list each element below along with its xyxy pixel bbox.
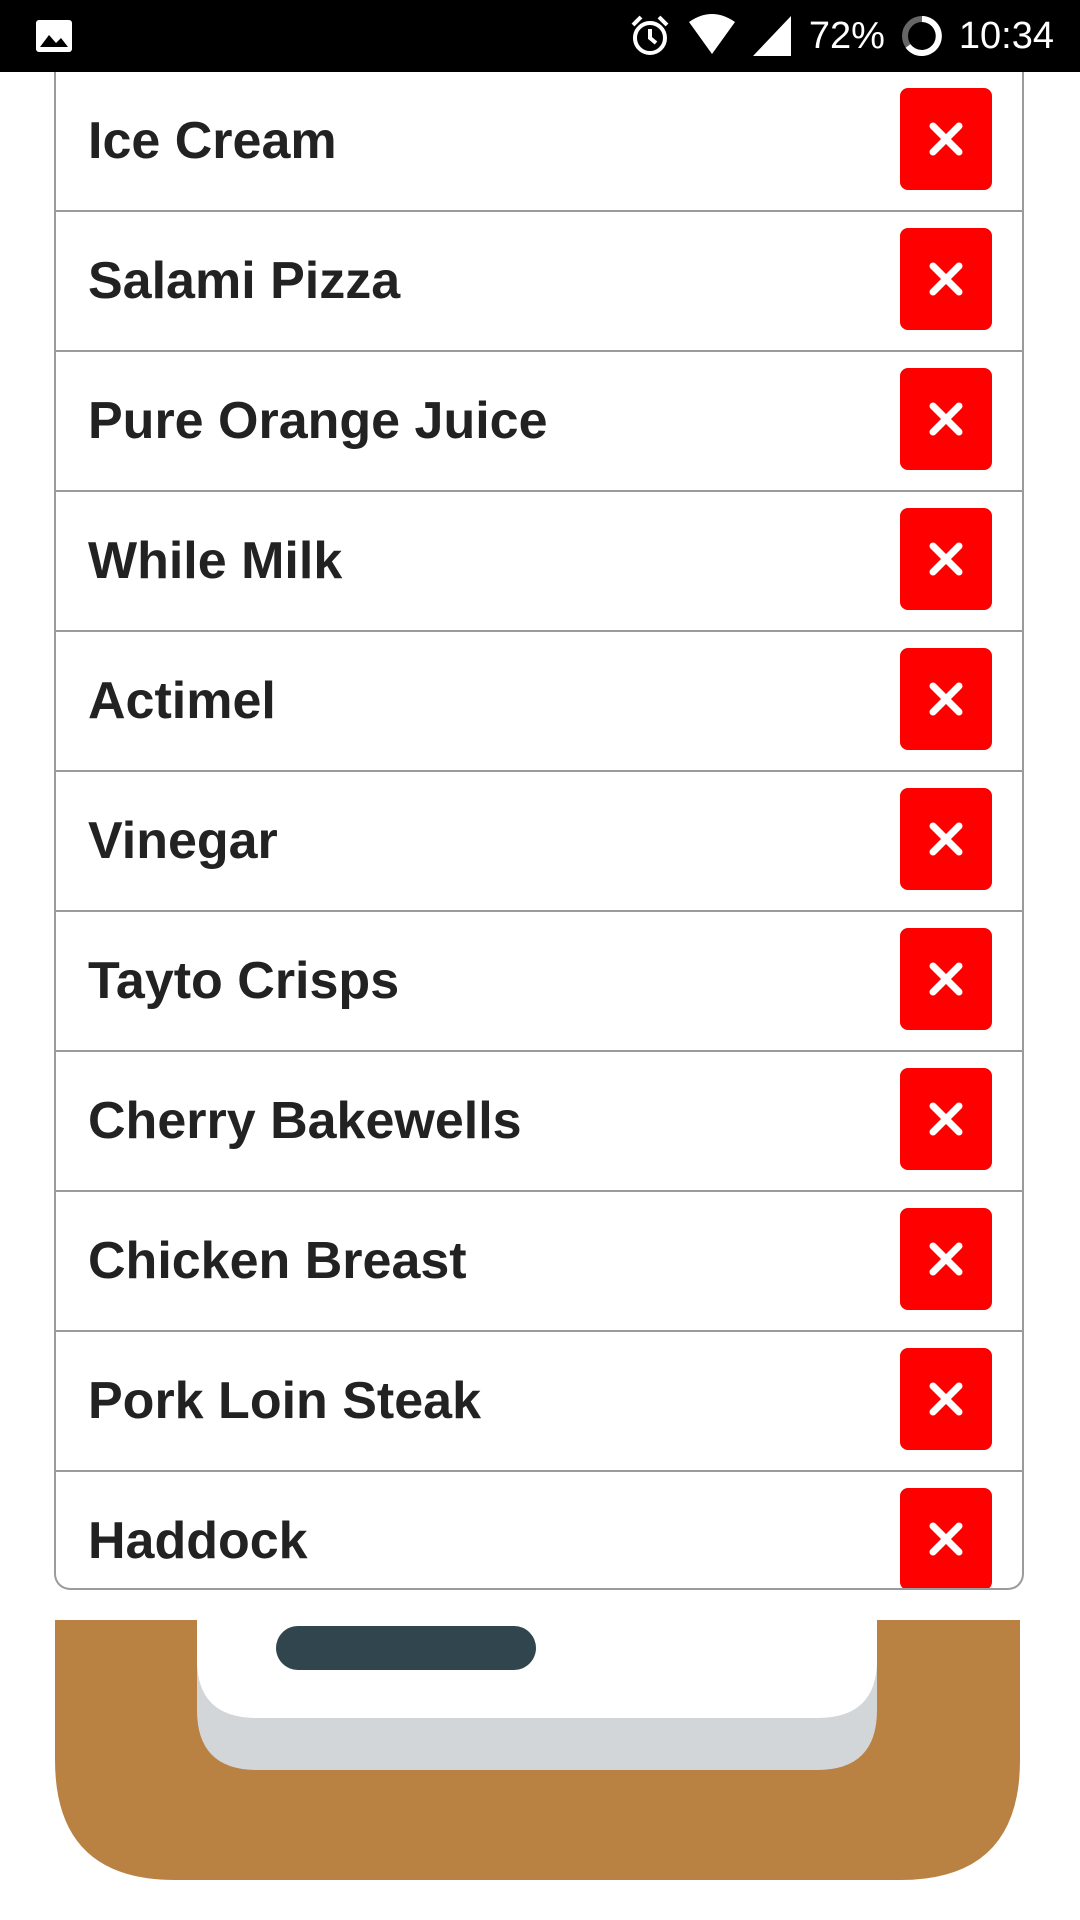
close-icon [929, 822, 963, 856]
clipboard-clip [276, 1626, 536, 1670]
item-label: Cherry Bakewells [88, 1092, 522, 1150]
clipboard-illustration [55, 1620, 1020, 1880]
delete-button[interactable] [900, 1488, 992, 1588]
close-icon [929, 542, 963, 576]
close-icon [929, 262, 963, 296]
list-item: Pork Loin Steak [56, 1332, 1022, 1472]
delete-button[interactable] [900, 368, 992, 470]
list-item: Actimel [56, 632, 1022, 772]
image-icon [36, 20, 72, 52]
status-icons: 72% 10:34 [627, 0, 1054, 72]
list-item: Tayto Crisps [56, 912, 1022, 1052]
close-icon [929, 962, 963, 996]
list-item: Pure Orange Juice [56, 352, 1022, 492]
cell-signal-icon [752, 16, 791, 56]
delete-button[interactable] [900, 928, 992, 1030]
item-label: Vinegar [88, 812, 278, 870]
close-icon [929, 1522, 963, 1556]
list-item: Vinegar [56, 772, 1022, 912]
close-icon [929, 122, 963, 156]
item-label: Chicken Breast [88, 1232, 467, 1290]
delete-button[interactable] [900, 1068, 992, 1170]
battery-percent: 72% [808, 15, 885, 57]
delete-button[interactable] [900, 88, 992, 190]
status-bar: 72% 10:34 [0, 0, 1080, 72]
alarm-icon [631, 15, 669, 55]
close-icon [929, 1242, 963, 1276]
item-label: Pure Orange Juice [88, 392, 548, 450]
clock: 10:34 [958, 15, 1054, 57]
delete-button[interactable] [900, 1348, 992, 1450]
close-icon [929, 402, 963, 436]
list-item: Ice Cream [56, 72, 1022, 212]
list-item: Chicken Breast [56, 1192, 1022, 1332]
close-icon [929, 1382, 963, 1416]
list-item: Haddock [56, 1472, 1022, 1588]
item-label: Haddock [88, 1512, 308, 1570]
item-label: While Milk [88, 532, 343, 590]
delete-button[interactable] [900, 788, 992, 890]
list-item: Cherry Bakewells [56, 1052, 1022, 1192]
close-icon [929, 1102, 963, 1136]
wifi-icon [688, 14, 735, 54]
item-label: Actimel [88, 672, 276, 730]
close-icon [929, 682, 963, 716]
list-item: Salami Pizza [56, 212, 1022, 352]
shopping-list: Ice Cream Salami Pizza Pure Orange Juice… [54, 72, 1024, 1590]
item-label: Ice Cream [88, 112, 337, 170]
delete-button[interactable] [900, 648, 992, 750]
list-item: While Milk [56, 492, 1022, 632]
item-label: Pork Loin Steak [88, 1372, 481, 1430]
battery-icon [901, 16, 942, 56]
delete-button[interactable] [900, 508, 992, 610]
delete-button[interactable] [900, 1208, 992, 1310]
delete-button[interactable] [900, 228, 992, 330]
item-label: Salami Pizza [88, 252, 401, 310]
item-label: Tayto Crisps [88, 952, 400, 1010]
